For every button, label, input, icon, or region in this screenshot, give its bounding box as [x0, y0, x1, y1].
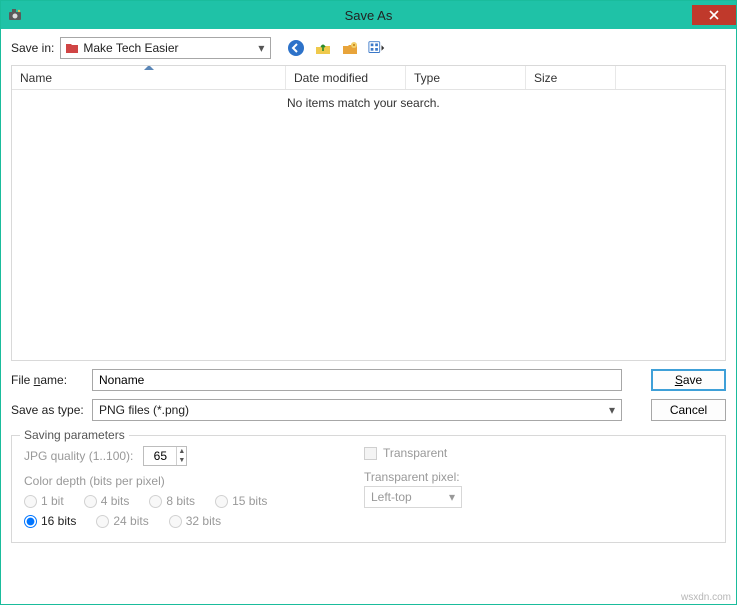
chevron-down-icon: ▾	[252, 38, 270, 58]
saving-parameters-group: Saving parameters JPG quality (1..100): …	[11, 435, 726, 543]
column-spacer	[616, 66, 725, 89]
folder-combo[interactable]: Make Tech Easier ▾	[60, 37, 271, 59]
app-icon	[7, 7, 23, 23]
column-name[interactable]: Name	[12, 66, 286, 89]
save-in-label: Save in:	[11, 41, 54, 55]
radio-16bits[interactable]: 16 bits	[24, 514, 76, 528]
saving-parameters-legend: Saving parameters	[20, 428, 129, 442]
savetype-label: Save as type:	[11, 403, 86, 417]
window-title: Save As	[1, 8, 736, 23]
column-type[interactable]: Type	[406, 66, 526, 89]
list-header: Name Date modified Type Size	[12, 66, 725, 90]
radio-4bits[interactable]: 4 bits	[84, 494, 130, 508]
checkbox-icon	[364, 447, 377, 460]
new-folder-button[interactable]	[339, 37, 361, 59]
transparent-pixel-value: Left-top	[371, 490, 412, 504]
jpg-quality-spinner[interactable]: ▲ ▼	[143, 446, 187, 466]
radio-8bits[interactable]: 8 bits	[149, 494, 195, 508]
empty-message: No items match your search.	[12, 90, 725, 110]
filename-input[interactable]	[92, 369, 622, 391]
back-button[interactable]	[285, 37, 307, 59]
transparent-checkbox[interactable]: Transparent	[364, 446, 713, 460]
radio-32bits[interactable]: 32 bits	[169, 514, 221, 528]
watermark: wsxdn.com	[681, 592, 731, 603]
view-menu-button[interactable]	[366, 37, 388, 59]
spinner-up-icon[interactable]: ▲	[177, 447, 186, 456]
transparent-pixel-select[interactable]: Left-top ▾	[364, 486, 462, 508]
spinner-down-icon[interactable]: ▼	[177, 456, 186, 465]
transparent-pixel-label: Transparent pixel:	[364, 470, 713, 484]
column-date[interactable]: Date modified	[286, 66, 406, 89]
folder-icon	[65, 41, 79, 55]
filename-label: File name:	[11, 373, 86, 387]
chevron-down-icon: ▾	[603, 400, 621, 420]
savetype-value: PNG files (*.png)	[99, 403, 189, 417]
chevron-down-icon: ▾	[443, 487, 461, 507]
folder-name: Make Tech Easier	[83, 41, 178, 55]
radio-15bits[interactable]: 15 bits	[215, 494, 267, 508]
save-button[interactable]: Save	[651, 369, 726, 391]
jpg-quality-input[interactable]	[144, 447, 176, 465]
savetype-combo[interactable]: PNG files (*.png) ▾	[92, 399, 622, 421]
transparent-label: Transparent	[383, 446, 447, 460]
close-button[interactable]	[692, 5, 736, 25]
up-button[interactable]	[312, 37, 334, 59]
radio-24bits[interactable]: 24 bits	[96, 514, 148, 528]
colordepth-label: Color depth (bits per pixel)	[24, 474, 304, 488]
jpg-quality-label: JPG quality (1..100):	[24, 449, 133, 463]
cancel-button[interactable]: Cancel	[651, 399, 726, 421]
radio-1bit[interactable]: 1 bit	[24, 494, 64, 508]
column-size[interactable]: Size	[526, 66, 616, 89]
titlebar: Save As	[1, 1, 736, 29]
file-list[interactable]: Name Date modified Type Size No items ma…	[11, 65, 726, 361]
